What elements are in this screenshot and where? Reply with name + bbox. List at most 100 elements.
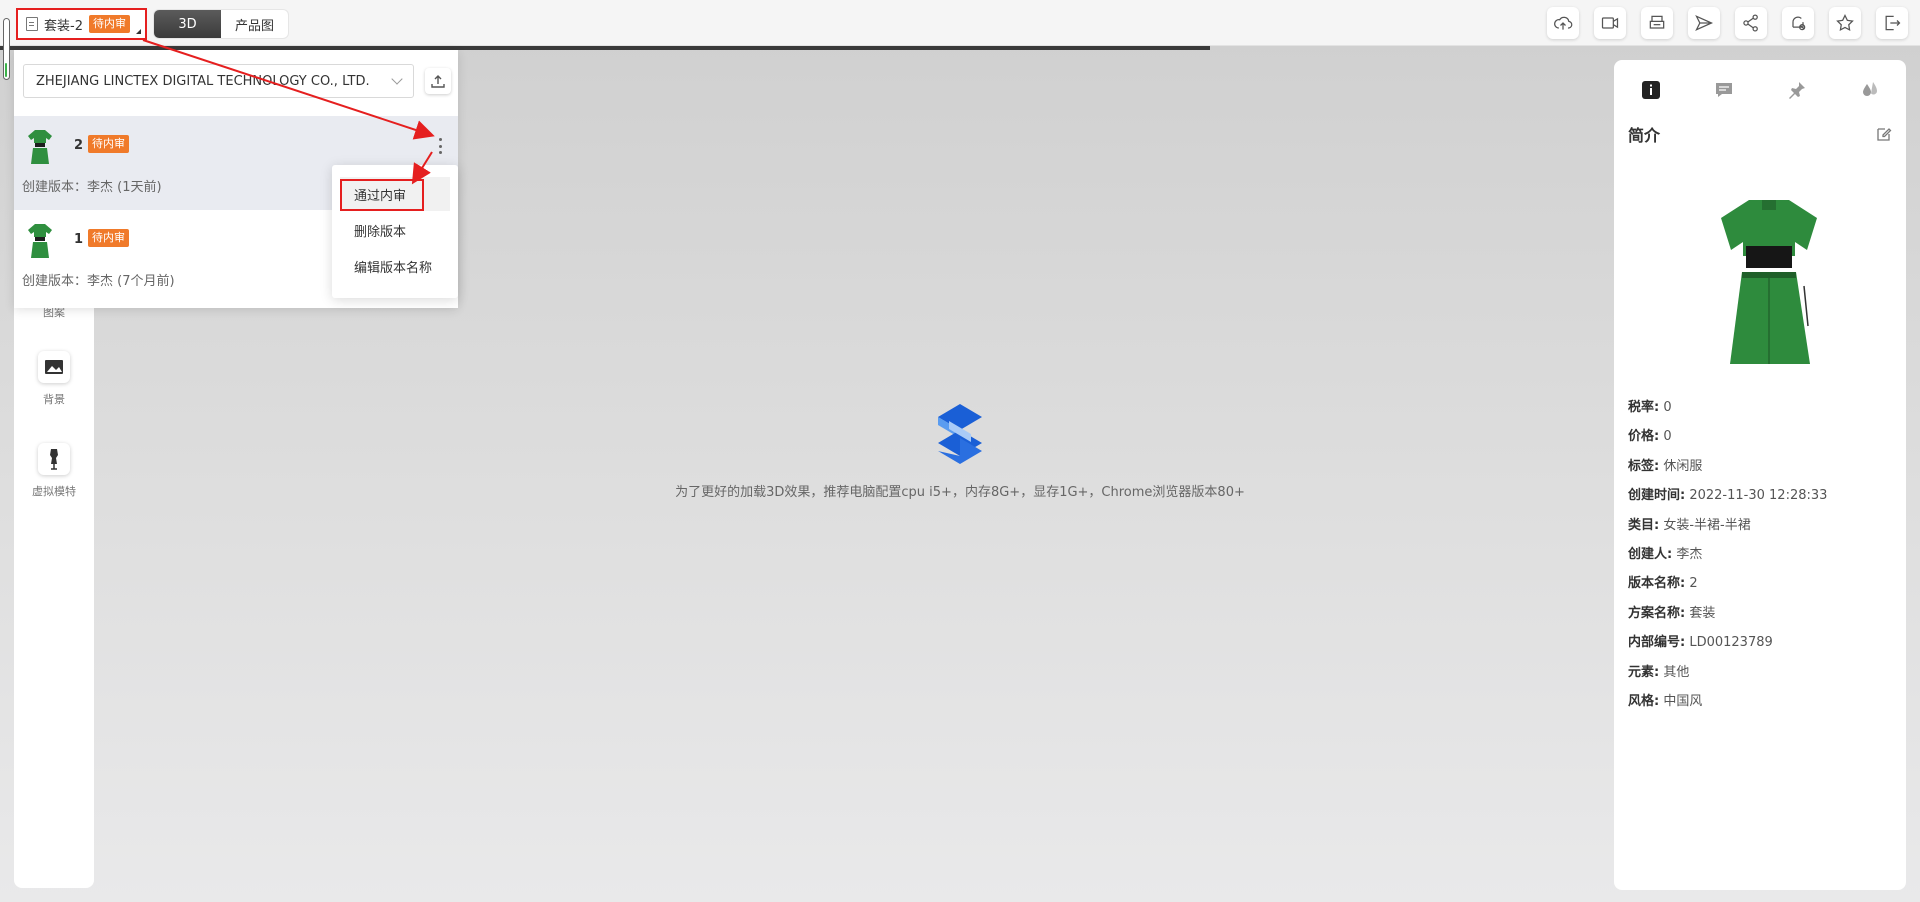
info-field-key: 风格: xyxy=(1628,693,1660,709)
info-field: 创建人: 李杰 xyxy=(1628,543,1827,572)
top-toolbar: 套装-2 待内审 3D 产品图 xyxy=(0,0,1920,46)
version-meta: 创建版本：李杰 (1天前) xyxy=(22,180,162,195)
mannequin-icon xyxy=(38,443,70,475)
info-field-key: 创建人: xyxy=(1628,546,1673,562)
drops-icon xyxy=(1862,82,1877,96)
tab-pins[interactable] xyxy=(1787,80,1807,104)
edit-icon[interactable] xyxy=(1876,126,1892,142)
share-icon xyxy=(1743,14,1758,32)
info-field-value: 女装-半裙-半裙 xyxy=(1663,517,1751,533)
info-field: 价格: 0 xyxy=(1628,425,1827,454)
dropdown-corner-icon xyxy=(136,29,141,34)
info-field-value: 休闲服 xyxy=(1663,458,1703,474)
menu-item-rename-version[interactable]: 编辑版本名称 xyxy=(332,249,458,283)
more-options-icon[interactable] xyxy=(438,138,442,154)
video-icon xyxy=(1601,17,1619,29)
info-field-value: 0 xyxy=(1663,400,1672,415)
info-field-value: LD00123789 xyxy=(1689,635,1773,651)
info-icon xyxy=(1641,81,1660,99)
comment-icon xyxy=(1715,83,1732,97)
status-badge: 待内审 xyxy=(88,229,129,247)
menu-item-label: 编辑版本名称 xyxy=(354,260,433,276)
pin-icon xyxy=(1788,82,1805,99)
toolbar-actions xyxy=(1547,7,1908,39)
status-badge: 待内审 xyxy=(88,135,129,153)
view-toggle: 3D 产品图 xyxy=(154,10,288,38)
upload-button[interactable] xyxy=(425,68,451,94)
chevron-down-icon xyxy=(391,73,403,85)
info-field-key: 税率: xyxy=(1628,400,1660,415)
tab-materials[interactable] xyxy=(1860,80,1880,104)
upload-icon xyxy=(431,75,445,88)
info-field: 风格: 中国风 xyxy=(1628,690,1827,719)
menu-item-label: 删除版本 xyxy=(354,224,407,240)
favorite-button[interactable] xyxy=(1829,7,1861,39)
rail-item-background[interactable]: 背景 xyxy=(14,351,94,407)
info-field: 方案名称: 套装 xyxy=(1628,602,1827,631)
app-logo-icon xyxy=(938,404,982,464)
info-field-value: 2 xyxy=(1689,576,1698,592)
highlight-outline xyxy=(340,179,424,211)
send-button[interactable] xyxy=(1688,7,1720,39)
print-icon xyxy=(1649,15,1665,29)
info-field-key: 标签: xyxy=(1628,458,1660,474)
info-field: 版本名称: 2 xyxy=(1628,572,1827,601)
tab-product-image[interactable]: 产品图 xyxy=(221,10,288,38)
info-field: 标签: 休闲服 xyxy=(1628,455,1827,484)
info-field: 税率: 0 xyxy=(1628,396,1827,425)
info-field-key: 内部编号: xyxy=(1628,635,1686,651)
document-title: 套装-2 xyxy=(44,18,83,34)
bell-off-icon xyxy=(1792,16,1806,31)
send-icon xyxy=(1695,15,1714,31)
background-icon xyxy=(38,351,70,383)
menu-item-approve[interactable]: 通过内审 xyxy=(340,177,450,211)
video-button[interactable] xyxy=(1594,7,1626,39)
version-context-menu: 通过内审 删除版本 编辑版本名称 xyxy=(332,165,458,298)
info-field-key: 版本名称: xyxy=(1628,576,1686,592)
info-field-key: 价格: xyxy=(1628,429,1660,445)
info-field: 元素: 其他 xyxy=(1628,661,1827,690)
info-field: 类目: 女装-半裙-半裙 xyxy=(1628,514,1827,543)
star-icon xyxy=(1836,14,1854,32)
info-field-value: 2022-11-30 12:28:33 xyxy=(1689,488,1828,504)
panel-title: 简介 xyxy=(1628,126,1661,145)
company-name: ZHEJIANG LINCTEX DIGITAL TECHNOLOGY CO.,… xyxy=(36,73,370,89)
info-field-key: 元素: xyxy=(1628,664,1660,680)
info-field-value: 李杰 xyxy=(1676,546,1703,562)
scroll-indicator[interactable] xyxy=(3,18,10,80)
tab-info[interactable] xyxy=(1641,80,1661,104)
share-button[interactable] xyxy=(1735,7,1767,39)
info-fields: 税率: 0 价格: 0 标签: 休闲服 创建时间: 2022-11-30 12:28:… xyxy=(1628,396,1827,719)
version-number: 2 xyxy=(74,138,84,153)
rail-item-label: 背景 xyxy=(43,393,65,406)
info-panel: 简介 税率: 0 价格: 0 标签: 休闲服 创建时间: 2022-11-30 12:… xyxy=(1614,60,1906,890)
info-field-value: 套装 xyxy=(1689,605,1716,621)
cloud-upload-button[interactable] xyxy=(1547,7,1579,39)
version-number: 1 xyxy=(74,232,84,247)
info-tabs xyxy=(1614,72,1906,112)
version-meta: 创建版本：李杰 (7个月前) xyxy=(22,274,175,289)
cloud-upload-icon xyxy=(1554,16,1573,30)
company-select[interactable]: ZHEJIANG LINCTEX DIGITAL TECHNOLOGY CO.,… xyxy=(23,64,414,98)
garment-preview-image xyxy=(1721,200,1817,364)
exit-button[interactable] xyxy=(1876,7,1908,39)
info-field-value: 其他 xyxy=(1663,664,1690,680)
menu-item-delete-version[interactable]: 删除版本 xyxy=(332,213,458,247)
info-field-key: 创建时间: xyxy=(1628,488,1686,504)
document-icon xyxy=(26,17,38,31)
info-field-key: 类目: xyxy=(1628,517,1660,533)
print-button[interactable] xyxy=(1641,7,1673,39)
notify-button[interactable] xyxy=(1782,7,1814,39)
status-badge: 待内审 xyxy=(88,15,130,33)
document-title-button[interactable]: 套装-2 待内审 xyxy=(16,8,147,40)
info-field-key: 方案名称: xyxy=(1628,605,1686,621)
garment-thumbnail-icon xyxy=(28,130,52,164)
garment-thumbnail-icon xyxy=(28,224,52,258)
tab-comments[interactable] xyxy=(1714,80,1734,104)
info-field-value: 中国风 xyxy=(1663,693,1703,709)
info-field: 创建时间: 2022-11-30 12:28:33 xyxy=(1628,484,1827,513)
info-field: 内部编号: LD00123789 xyxy=(1628,631,1827,660)
exit-icon xyxy=(1885,15,1901,31)
info-field-value: 0 xyxy=(1663,429,1672,445)
tab-3d[interactable]: 3D xyxy=(154,10,221,38)
